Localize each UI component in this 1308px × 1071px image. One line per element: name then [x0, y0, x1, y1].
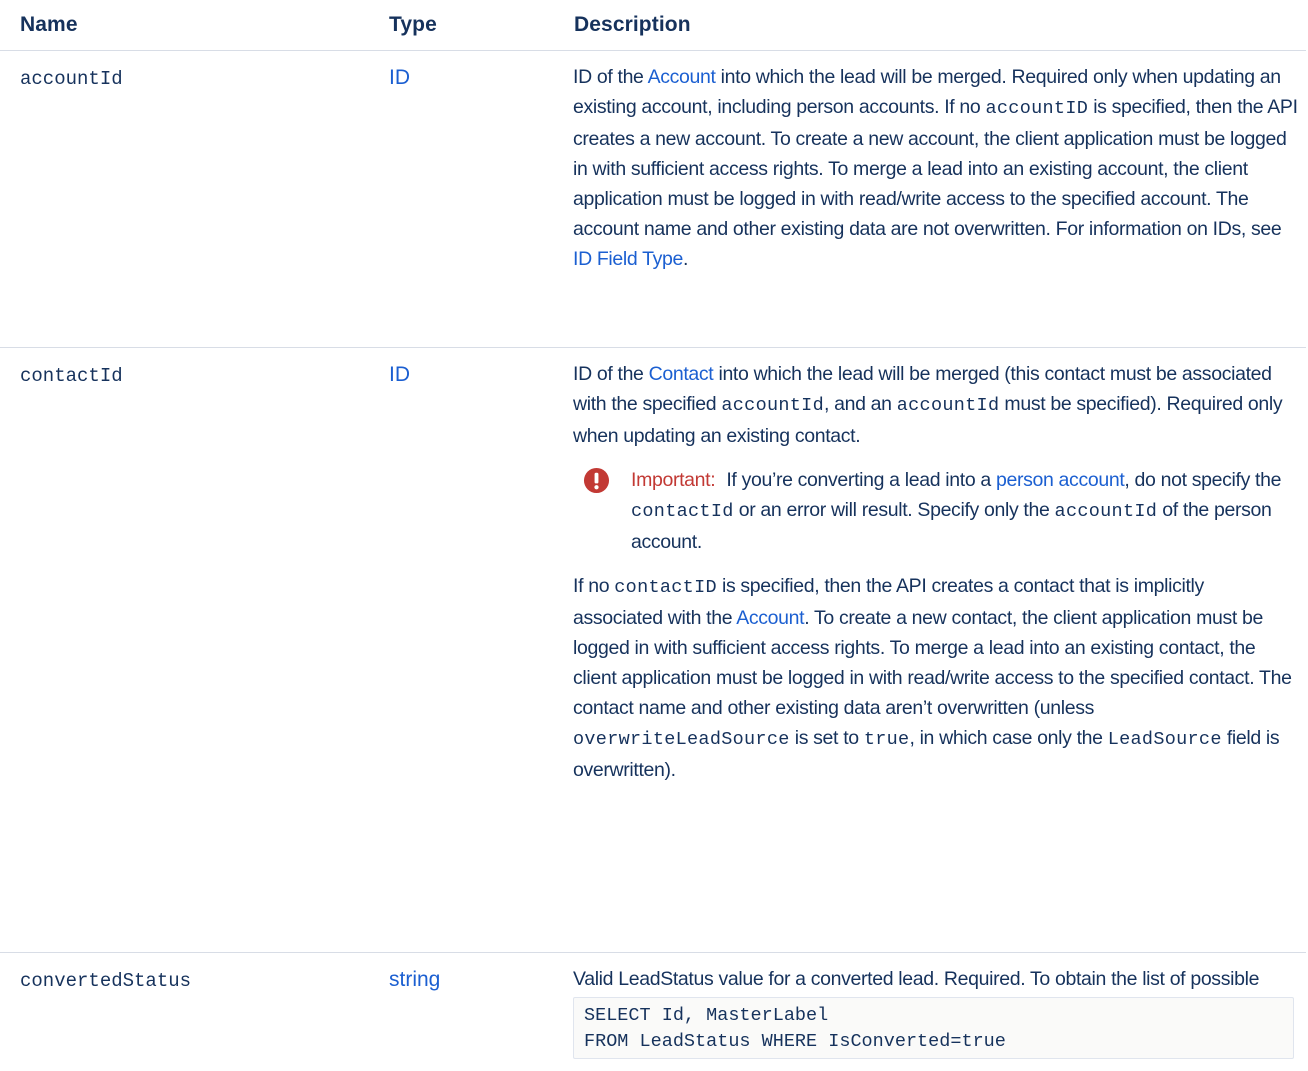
inline-code: accountId	[896, 395, 1000, 416]
type-link[interactable]: ID	[389, 66, 410, 90]
table-header: Name Type Description	[0, 0, 1306, 51]
contact-link[interactable]: Contact	[649, 363, 714, 385]
inline-code: accountId	[721, 395, 824, 416]
desc-text: , and an	[823, 393, 897, 415]
inline-code: LeadSource	[1107, 729, 1222, 750]
code-block: SELECT Id, MasterLabel FROM LeadStatus WH…	[573, 997, 1294, 1059]
warning-icon	[583, 467, 610, 494]
field-name: accountId	[20, 68, 123, 90]
inline-code: accountID	[985, 98, 1089, 119]
person-account-link[interactable]: person account	[996, 469, 1125, 491]
type-link[interactable]: ID	[389, 363, 410, 387]
note-text: If you’re converting a lead into a	[721, 469, 996, 491]
account-link[interactable]: Account	[736, 607, 804, 629]
inline-code: true	[863, 729, 910, 750]
type-link[interactable]: string	[389, 968, 440, 992]
desc-text: .	[682, 248, 689, 270]
table-row: accountId ID ID of the Account into whic…	[0, 51, 1306, 348]
inline-code: accountId	[1054, 501, 1158, 522]
column-header-type: Type	[389, 13, 437, 36]
desc-text: If no	[573, 575, 615, 597]
inline-code: contactID	[614, 577, 717, 598]
inline-code: overwriteLeadSource	[573, 729, 790, 750]
code-line: FROM LeadStatus WHERE IsConverted=true	[584, 1031, 1006, 1052]
field-description: ID of the Contact into which the lead wi…	[573, 359, 1298, 785]
note-text: , do not specify the	[1124, 469, 1282, 491]
desc-text: ID of the	[573, 363, 649, 385]
important-note: Important: If you’re converting a lead i…	[573, 465, 1298, 557]
field-name: contactId	[20, 365, 123, 387]
id-field-type-link[interactable]: ID Field Type	[573, 248, 683, 270]
desc-text: , in which case only the	[909, 727, 1108, 749]
inline-code: contactId	[631, 501, 734, 522]
important-label: Important:	[631, 469, 716, 491]
field-name: convertedStatus	[20, 970, 192, 992]
code-line: SELECT Id, MasterLabel	[584, 1005, 829, 1026]
column-header-description: Description	[574, 13, 691, 36]
account-link[interactable]: Account	[648, 66, 716, 88]
field-description: ID of the Account into which the lead wi…	[573, 62, 1298, 274]
desc-text: ID of the	[573, 66, 648, 88]
table-row: contactId ID ID of the Contact into whic…	[0, 348, 1306, 953]
desc-text: is set to	[789, 727, 864, 749]
column-header-name: Name	[20, 13, 78, 36]
note-text: or an error will result. Specify only th…	[733, 499, 1055, 521]
